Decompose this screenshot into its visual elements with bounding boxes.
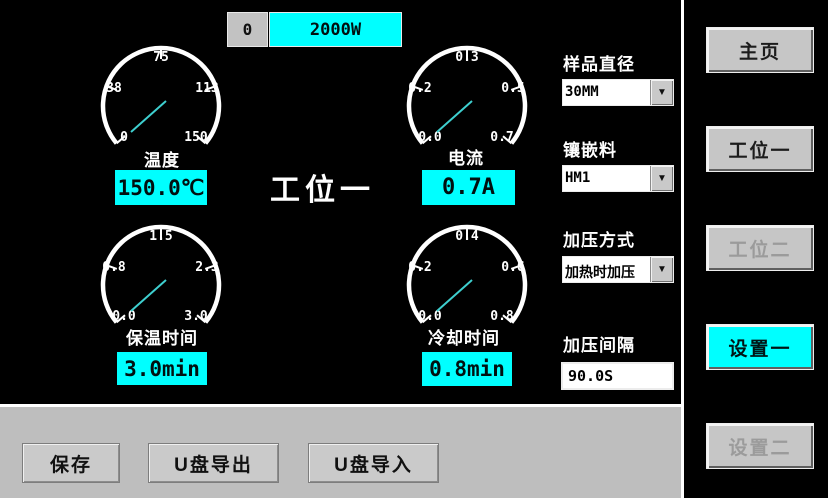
tick-label: 113 xyxy=(195,81,218,96)
nav-column: 主页 工位一 工位二 设置一 设置二 xyxy=(684,0,828,498)
station-title: 工位一 xyxy=(270,165,375,209)
mounting-material-value: HM1 xyxy=(563,166,650,191)
nav-station2-button[interactable]: 工位二 xyxy=(706,225,814,271)
chevron-down-icon: ▼ xyxy=(657,87,667,98)
gauge-temperature-label: 温度 xyxy=(122,146,202,171)
gauge-needle xyxy=(437,101,472,132)
mounting-material-select[interactable]: HM1 ▼ xyxy=(562,165,674,192)
chevron-down-icon: ▼ xyxy=(657,173,667,184)
nav-settings2-button[interactable]: 设置二 xyxy=(706,423,814,469)
tick-label: 0.2 xyxy=(408,81,431,96)
tick-label: 150 xyxy=(184,130,208,145)
chevron-down-icon: ▼ xyxy=(657,264,667,275)
dropdown-button[interactable]: ▼ xyxy=(650,257,673,282)
pressure-mode-select[interactable]: 加热时加压 ▼ xyxy=(562,256,674,283)
gauge-needle xyxy=(437,280,472,311)
usb-import-button[interactable]: U盘导入 xyxy=(308,443,439,483)
pressure-interval-input[interactable]: 90.0S xyxy=(561,362,674,390)
gauge-needle xyxy=(131,280,166,311)
nav-settings1-button[interactable]: 设置一 xyxy=(706,324,814,370)
bottom-bar: 保存 U盘导出 U盘导入 xyxy=(0,404,681,498)
tick-label: 1.5 xyxy=(149,229,172,244)
mounting-material-label: 镶嵌料 xyxy=(563,136,617,161)
sample-diameter-label: 样品直径 xyxy=(563,50,635,75)
dropdown-button[interactable]: ▼ xyxy=(650,166,673,191)
gauge-current-label: 电流 xyxy=(436,144,496,169)
usb-export-button[interactable]: U盘导出 xyxy=(148,443,279,483)
hold-time-value-display[interactable]: 3.0min xyxy=(117,352,207,385)
hmi-screen: 0 2000W 0 38 75 113 150 温度 150.0℃ 0.0 0.… xyxy=(0,0,828,498)
tick-label: 3.0 xyxy=(184,309,208,324)
temperature-value-display[interactable]: 150.0℃ xyxy=(115,170,207,205)
power-index-display: 0 xyxy=(227,12,268,47)
tick-label: 0.3 xyxy=(455,50,478,65)
pressure-mode-value: 加热时加压 xyxy=(563,257,650,282)
cool-time-value-display[interactable]: 0.8min xyxy=(422,352,512,386)
gauge-needle xyxy=(131,101,166,132)
pressure-mode-label: 加压方式 xyxy=(563,226,635,251)
tick-label: 2.3 xyxy=(195,260,218,275)
tick-label: 38 xyxy=(106,81,122,96)
current-value-display[interactable]: 0.7A xyxy=(422,170,515,205)
sample-diameter-select[interactable]: 30MM ▼ xyxy=(562,79,674,106)
save-button[interactable]: 保存 xyxy=(22,443,120,483)
tick-label: 0.8 xyxy=(102,260,126,275)
tick-label: 0.4 xyxy=(455,229,479,244)
dropdown-button[interactable]: ▼ xyxy=(650,80,673,105)
tick-label: 0.2 xyxy=(408,260,431,275)
sample-diameter-value: 30MM xyxy=(563,80,650,105)
nav-home-button[interactable]: 主页 xyxy=(706,27,814,73)
tick-label: 0.6 xyxy=(501,260,525,275)
tick-label: 0.8 xyxy=(490,309,514,324)
nav-station1-button[interactable]: 工位一 xyxy=(706,126,814,172)
gauge-cool-time-label: 冷却时间 xyxy=(424,324,504,349)
pressure-interval-label: 加压间隔 xyxy=(563,331,635,356)
tick-label: 0.0 xyxy=(418,130,442,145)
tick-label: 0.0 xyxy=(112,309,136,324)
tick-label: 0.5 xyxy=(501,81,524,96)
power-value-display[interactable]: 2000W xyxy=(269,12,402,47)
tick-label: 0.0 xyxy=(418,309,442,324)
tick-label: 0.7 xyxy=(490,130,513,145)
tick-label: 0 xyxy=(120,130,128,145)
tick-label: 75 xyxy=(153,50,169,65)
gauge-hold-time-label: 保温时间 xyxy=(122,324,202,349)
